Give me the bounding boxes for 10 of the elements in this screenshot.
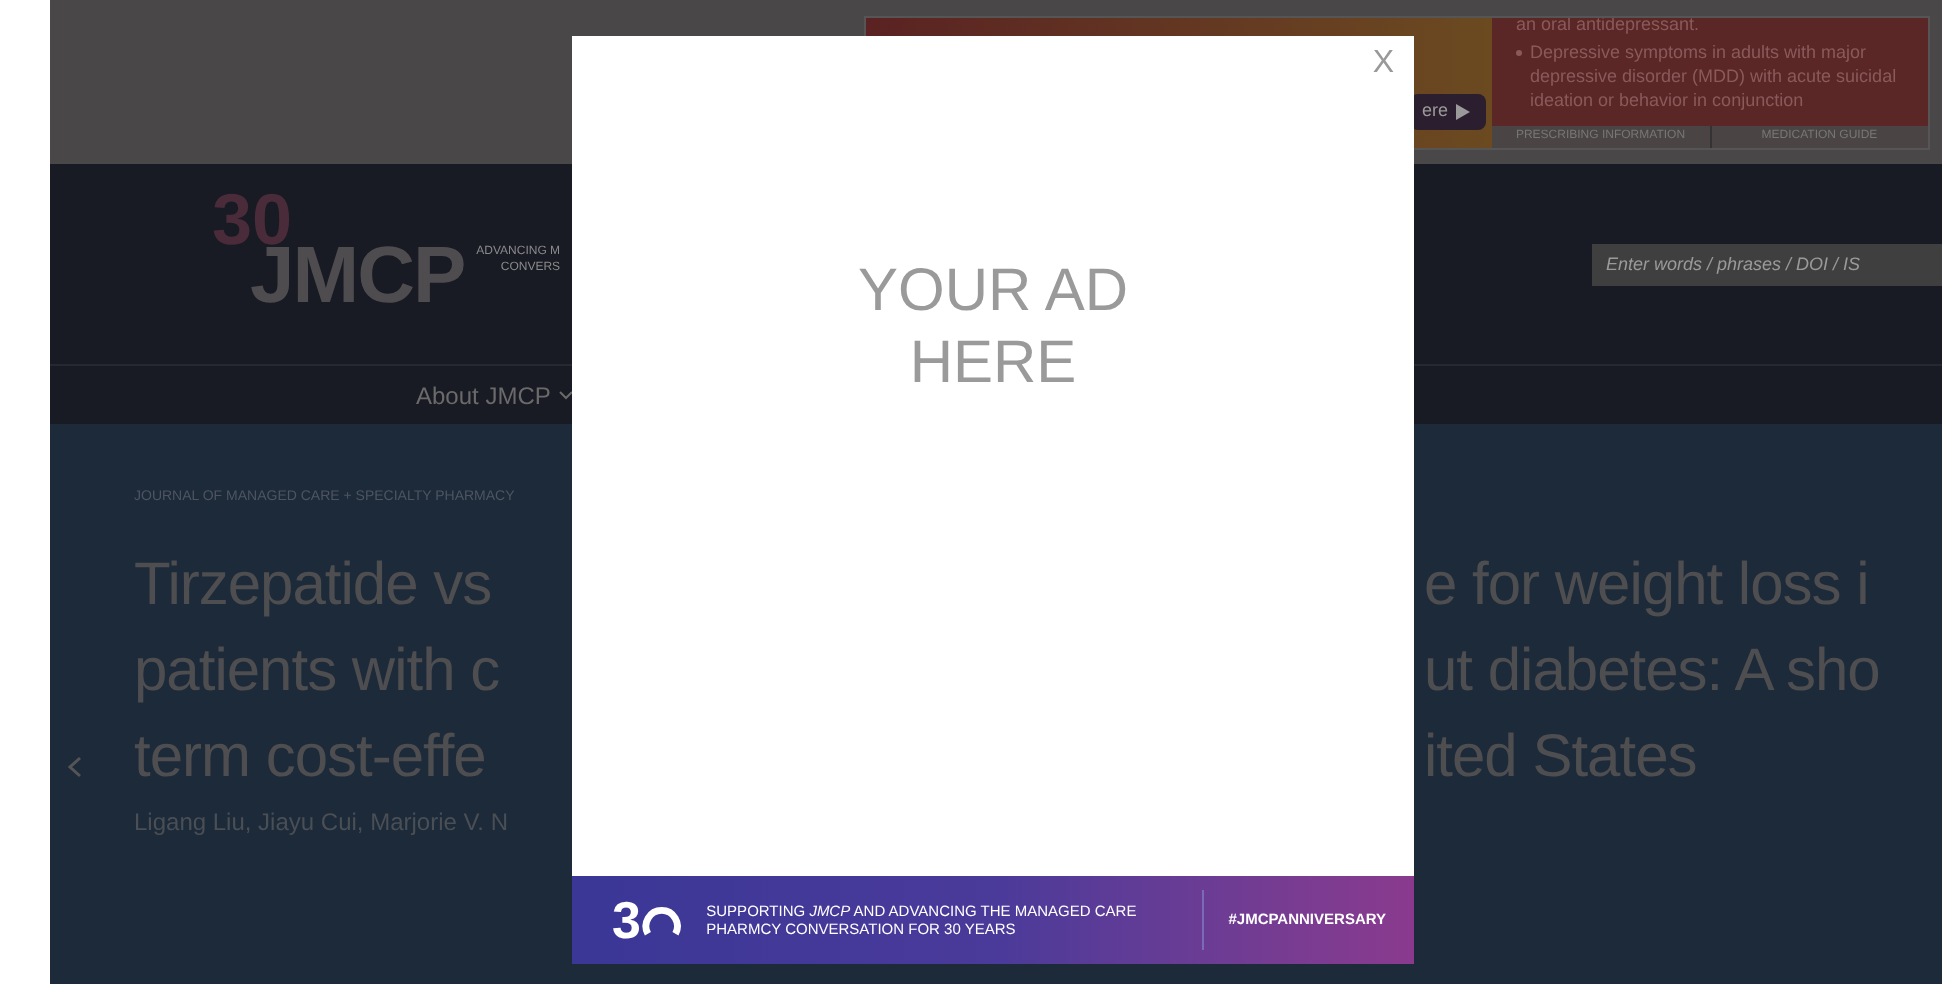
search-field[interactable]: Enter words / phrases / DOI / IS [1592,243,1942,285]
ad-button[interactable]: ere [1410,94,1487,129]
close-button[interactable]: X [1372,48,1394,80]
play-icon [1456,103,1471,120]
anniversary-logo-number: 3 [612,894,641,946]
arc-icon [642,902,683,938]
chevron-left-icon[interactable] [68,756,82,778]
nav-link[interactable]: About JMCP [416,377,575,413]
ad-placeholder-text: YOUR AD HERE [855,256,1131,400]
bullet-icon [1516,50,1522,56]
